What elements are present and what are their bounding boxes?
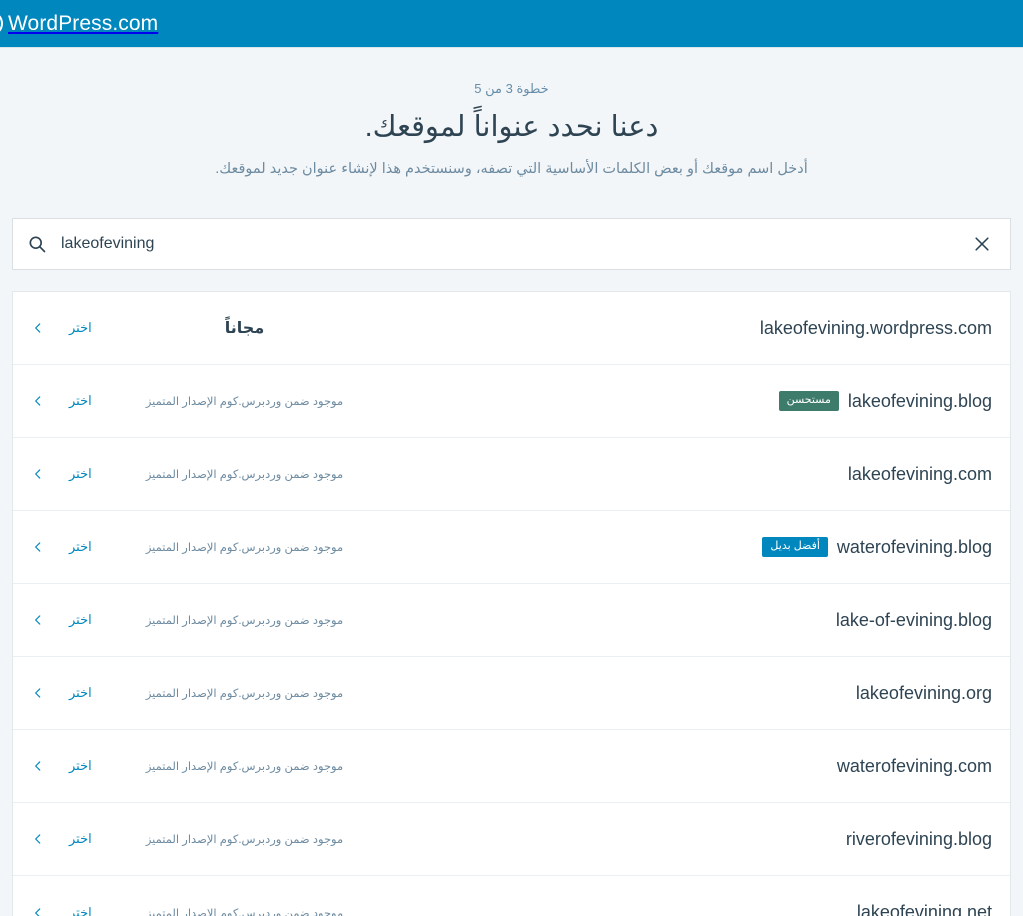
domain-suggestion-row-7[interactable]: riverofevining.blog موجود ضمن وردبرس.كوم… (13, 803, 1010, 876)
domain-suggestion-row-2[interactable]: lakeofevining.com موجود ضمن وردبرس.كوم ا… (13, 438, 1010, 511)
domain-cell: lake-of-evining.blog (836, 610, 992, 631)
availability-note: موجود ضمن وردبرس.كوم الإصدار المتميز (137, 686, 352, 700)
domain-search-bar[interactable] (12, 218, 1011, 270)
domain-cell: lakeofevining.blog مستحسن (779, 391, 992, 412)
domain-name: lake-of-evining.blog (836, 610, 992, 631)
page-title: دعنا نحدد عنواناً لموقعك. (0, 110, 1023, 145)
choose-domain-button[interactable]: اختر (69, 320, 92, 336)
choose-domain-button[interactable]: اختر (69, 539, 92, 555)
domain-suggestion-row-3[interactable]: waterofevining.blog أفضل بديل موجود ضمن … (13, 511, 1010, 584)
row-action[interactable]: اختر (25, 612, 137, 628)
choose-domain-button[interactable]: اختر (69, 466, 92, 482)
availability-note: موجود ضمن وردبرس.كوم الإصدار المتميز (137, 906, 352, 916)
domain-name: lakeofevining.com (848, 464, 992, 485)
domain-suggestion-row-8[interactable]: lakeofevining.net موجود ضمن وردبرس.كوم ا… (13, 876, 1010, 916)
availability-note: موجود ضمن وردبرس.كوم الإصدار المتميز (137, 467, 352, 481)
chevron-left-icon (31, 906, 45, 916)
step-indicator: خطوة 3 من 5 (0, 81, 1023, 97)
domain-name: lakeofevining.org (856, 683, 992, 704)
chevron-left-icon (31, 394, 45, 408)
intro-section: خطوة 3 من 5 دعنا نحدد عنواناً لموقعك. أد… (0, 48, 1023, 179)
domain-name: lakeofevining.wordpress.com (760, 318, 992, 339)
domain-suggestion-row-6[interactable]: waterofevining.com موجود ضمن وردبرس.كوم … (13, 730, 1010, 803)
domain-name: riverofevining.blog (846, 829, 992, 850)
domain-name: waterofevining.blog (837, 537, 992, 558)
page-subtitle: أدخل اسم موقعك أو بعض الكلمات الأساسية ا… (0, 159, 1023, 179)
domain-name: lakeofevining.net (857, 902, 992, 916)
chevron-left-icon (31, 321, 45, 335)
row-action[interactable]: اختر (25, 685, 137, 701)
row-action[interactable]: اختر (25, 758, 137, 774)
chevron-left-icon (31, 613, 45, 627)
wordpress-wordmark: WordPress.com (8, 12, 158, 36)
choose-domain-button[interactable]: اختر (69, 393, 92, 409)
row-action[interactable]: اختر (25, 905, 137, 916)
choose-domain-button[interactable]: اختر (69, 758, 92, 774)
row-action[interactable]: اختر (25, 466, 137, 482)
domain-name: waterofevining.com (837, 756, 992, 777)
availability-note: موجود ضمن وردبرس.كوم الإصدار المتميز (137, 832, 352, 846)
domain-suggestion-row-4[interactable]: lake-of-evining.blog موجود ضمن وردبرس.كو… (13, 584, 1010, 657)
chevron-left-icon (31, 832, 45, 846)
chevron-left-icon (31, 467, 45, 481)
domain-suggestion-list: lakeofevining.wordpress.com مجاناً اختر … (12, 291, 1011, 916)
choose-domain-button[interactable]: اختر (69, 905, 92, 916)
domain-cell: lakeofevining.org (856, 683, 992, 704)
clear-search-button[interactable] (954, 219, 1010, 269)
domain-cell: waterofevining.blog أفضل بديل (762, 537, 992, 558)
chevron-left-icon (31, 759, 45, 773)
availability-note: موجود ضمن وردبرس.كوم الإصدار المتميز (137, 613, 352, 627)
domain-cell: lakeofevining.com (848, 464, 992, 485)
chevron-left-icon (31, 686, 45, 700)
status-badge: أفضل بديل (762, 537, 827, 557)
domain-cell: lakeofevining.net (857, 902, 992, 916)
domain-name: lakeofevining.blog (848, 391, 992, 412)
domain-suggestion-row-1[interactable]: lakeofevining.blog مستحسن موجود ضمن وردب… (13, 365, 1010, 438)
row-action[interactable]: اختر (25, 831, 137, 847)
domain-cell: riverofevining.blog (846, 829, 992, 850)
status-badge: مستحسن (779, 391, 839, 411)
masthead: W WordPress.com (0, 0, 1023, 47)
wordpress-brand-logo[interactable]: W WordPress.com (0, 0, 158, 47)
row-action[interactable]: اختر (25, 539, 137, 555)
domain-suggestion-row-0[interactable]: lakeofevining.wordpress.com مجاناً اختر (13, 292, 1010, 365)
wordpress-logo-icon: W (0, 11, 3, 36)
availability-note: موجود ضمن وردبرس.كوم الإصدار المتميز (137, 394, 352, 408)
availability-note: موجود ضمن وردبرس.كوم الإصدار المتميز (137, 759, 352, 773)
row-action[interactable]: اختر (25, 393, 137, 409)
choose-domain-button[interactable]: اختر (69, 831, 92, 847)
chevron-left-icon (31, 540, 45, 554)
choose-domain-button[interactable]: اختر (69, 685, 92, 701)
domain-cell: lakeofevining.wordpress.com (760, 318, 992, 339)
domain-cell: waterofevining.com (837, 756, 992, 777)
availability-note: موجود ضمن وردبرس.كوم الإصدار المتميز (137, 540, 352, 554)
search-input[interactable] (61, 219, 954, 269)
search-icon (13, 234, 61, 254)
row-action[interactable]: اختر (25, 320, 137, 336)
domain-suggestion-row-5[interactable]: lakeofevining.org موجود ضمن وردبرس.كوم ا… (13, 657, 1010, 730)
choose-domain-button[interactable]: اختر (69, 612, 92, 628)
price-label: مجاناً (137, 318, 352, 338)
